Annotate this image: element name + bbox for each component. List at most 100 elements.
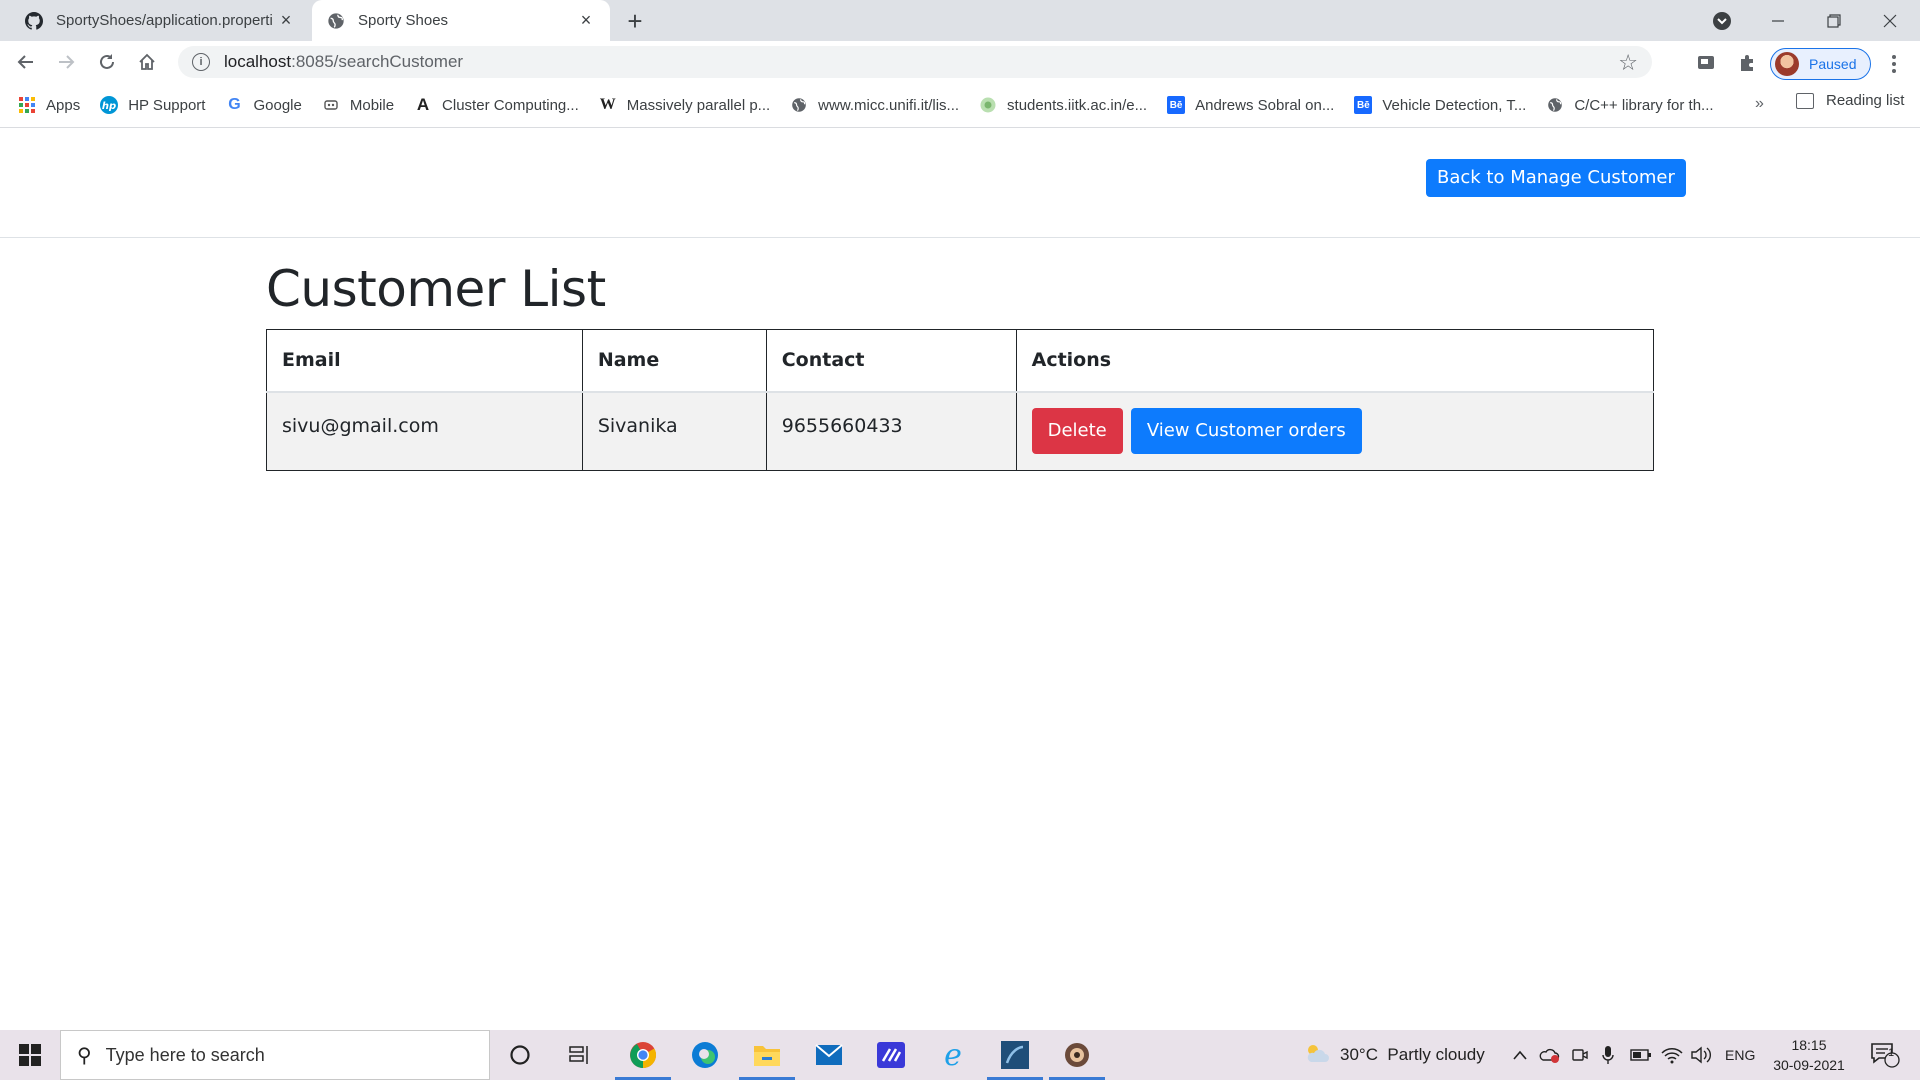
view-customer-orders-button[interactable]: View Customer orders (1130, 407, 1362, 454)
tab-search-icon[interactable] (1694, 0, 1750, 41)
tab-sporty-shoes[interactable]: Sporty Shoes × (312, 0, 610, 41)
chrome-icon[interactable] (613, 1030, 673, 1080)
close-tab-icon[interactable]: × (576, 10, 596, 31)
microphone-icon[interactable] (1601, 1030, 1615, 1080)
task-view-icon[interactable] (550, 1030, 610, 1080)
site-info-icon[interactable]: i (192, 53, 210, 71)
url-path: :8085/searchCustomer (291, 52, 464, 71)
mobile-icon (322, 96, 340, 114)
table-header-row: Email Name Contact Actions (266, 329, 1655, 393)
bookmark-label: Andrews Sobral on... (1195, 96, 1335, 114)
show-hidden-icons-chevron-icon[interactable] (1512, 1030, 1528, 1080)
restore-icon[interactable] (1806, 0, 1862, 41)
a-letter-icon: A (416, 95, 430, 114)
github-icon (24, 11, 44, 31)
tab-strip: SportyShoes/application.properti × Sport… (0, 0, 1920, 41)
bookmark-micc-unifi[interactable]: www.micc.unifi.it/lis... (790, 96, 959, 114)
bookmark-google[interactable]: G Google (225, 96, 302, 114)
bookmark-star-icon[interactable]: ☆ (1618, 50, 1638, 76)
svg-text:hp: hp (102, 101, 116, 112)
taskbar-search-box[interactable]: ⚲ Type here to search (60, 1030, 490, 1080)
google-icon: G (228, 96, 241, 113)
cortana-icon[interactable] (490, 1030, 550, 1080)
file-explorer-icon[interactable] (737, 1030, 797, 1080)
bookmark-mobile[interactable]: Mobile (322, 96, 394, 114)
bookmark-label: Vehicle Detection, T... (1382, 96, 1527, 114)
bookmark-hp-support[interactable]: hp HP Support (100, 96, 205, 114)
internet-explorer-icon[interactable]: e (923, 1030, 983, 1080)
reading-list-icon (1796, 92, 1814, 109)
extensions-puzzle-icon[interactable] (1735, 51, 1759, 75)
column-header-contact: Contact (765, 329, 1017, 393)
tab-github[interactable]: SportyShoes/application.properti × (10, 0, 310, 41)
visual-studio-icon[interactable] (861, 1030, 921, 1080)
bookmark-label: C/C++ library for th... (1574, 96, 1714, 114)
behance-icon: Bē (1354, 96, 1373, 114)
notifications-icon[interactable]: 1 (1870, 1030, 1900, 1080)
app-gear-icon[interactable] (1047, 1030, 1107, 1080)
partly-cloudy-icon (1304, 1042, 1330, 1069)
bookmark-label: www.micc.unifi.it/lis... (818, 96, 960, 114)
forward-arrow-icon[interactable] (50, 46, 82, 78)
clock-time: 18:15 (1791, 1037, 1827, 1053)
close-tab-icon[interactable]: × (276, 10, 296, 31)
globe-icon (1546, 96, 1564, 114)
wikipedia-icon: W (599, 96, 616, 113)
behance-icon: Bē (1167, 96, 1186, 114)
cell-email: sivu@gmail.com (266, 391, 583, 471)
clock[interactable]: 18:15 30-09-2021 (1764, 1035, 1854, 1075)
bookmark-cpp-library[interactable]: C/C++ library for th... (1546, 96, 1714, 114)
column-header-email: Email (266, 329, 583, 393)
more-bookmarks-button[interactable]: » (1755, 95, 1764, 113)
bookmark-vehicle-detection[interactable]: Bē Vehicle Detection, T... (1354, 96, 1526, 114)
delete-button[interactable]: Delete (1031, 407, 1123, 454)
eclipse-ide-icon[interactable] (985, 1030, 1045, 1080)
new-tab-button[interactable]: + (620, 6, 650, 36)
customer-table: Email Name Contact Actions sivu@gmail.co… (266, 329, 1655, 471)
reload-icon[interactable] (91, 46, 123, 78)
bookmark-label: HP Support (128, 96, 206, 114)
bookmark-label: Massively parallel p... (626, 96, 771, 114)
home-icon[interactable] (131, 46, 163, 78)
windows-start-icon[interactable] (0, 1030, 60, 1080)
globe-icon (790, 96, 808, 114)
back-to-manage-customer-button[interactable]: Back to Manage Customer (1426, 159, 1686, 197)
minimize-icon[interactable] (1750, 0, 1806, 41)
search-icon: ⚲ (77, 1044, 92, 1067)
tab-title: SportyShoes/application.properti (56, 12, 273, 29)
bookmark-andrews-sobral[interactable]: Bē Andrews Sobral on... (1167, 96, 1334, 114)
extension-screen-icon[interactable] (1694, 51, 1718, 75)
bookmark-apps[interactable]: Apps (18, 96, 80, 114)
bookmark-cluster-computing[interactable]: A Cluster Computing... (414, 95, 579, 114)
reading-list-label: Reading list (1826, 92, 1905, 109)
language-indicator[interactable]: ENG (1725, 1030, 1755, 1080)
browser-menu-icon[interactable] (1882, 52, 1906, 76)
bookmark-students-iitk[interactable]: students.iitk.ac.in/e... (979, 96, 1147, 114)
cell-name: Sivanika (581, 391, 767, 471)
address-bar[interactable]: i localhost:8085/searchCustomer ☆ (178, 46, 1652, 78)
edge-icon[interactable] (675, 1030, 735, 1080)
reading-list-button[interactable]: Reading list (1796, 92, 1904, 109)
onedrive-error-icon[interactable] (1539, 1030, 1561, 1080)
bookmark-label: Mobile (349, 96, 395, 114)
bookmark-massively-parallel[interactable]: W Massively parallel p... (599, 96, 770, 114)
url-host: localhost (224, 52, 292, 71)
page-title: Customer List (266, 260, 606, 318)
avatar (1775, 52, 1799, 76)
page-content: Back to Manage Customer Customer List Em… (0, 128, 1920, 1030)
cell-contact: 9655660433 (765, 391, 1017, 471)
bookmarks-bar: Apps hp HP Support G Google Mobile A Clu… (0, 83, 1920, 128)
notification-count: 1 (1888, 1047, 1895, 1059)
weather-widget[interactable]: 30°C Partly cloudy (1304, 1030, 1485, 1080)
hp-icon: hp (100, 96, 119, 114)
wifi-icon[interactable] (1661, 1030, 1683, 1080)
back-arrow-icon[interactable] (10, 46, 42, 78)
profile-button[interactable]: Paused (1770, 48, 1871, 80)
camera-icon[interactable] (1571, 1030, 1589, 1080)
close-window-icon[interactable] (1862, 0, 1918, 41)
mail-icon[interactable] (799, 1030, 859, 1080)
volume-icon[interactable] (1690, 1030, 1712, 1080)
table-row: sivu@gmail.com Sivanika 9655660433 Delet… (266, 391, 1655, 471)
tab-title: Sporty Shoes (358, 12, 449, 29)
battery-icon[interactable] (1630, 1030, 1652, 1080)
